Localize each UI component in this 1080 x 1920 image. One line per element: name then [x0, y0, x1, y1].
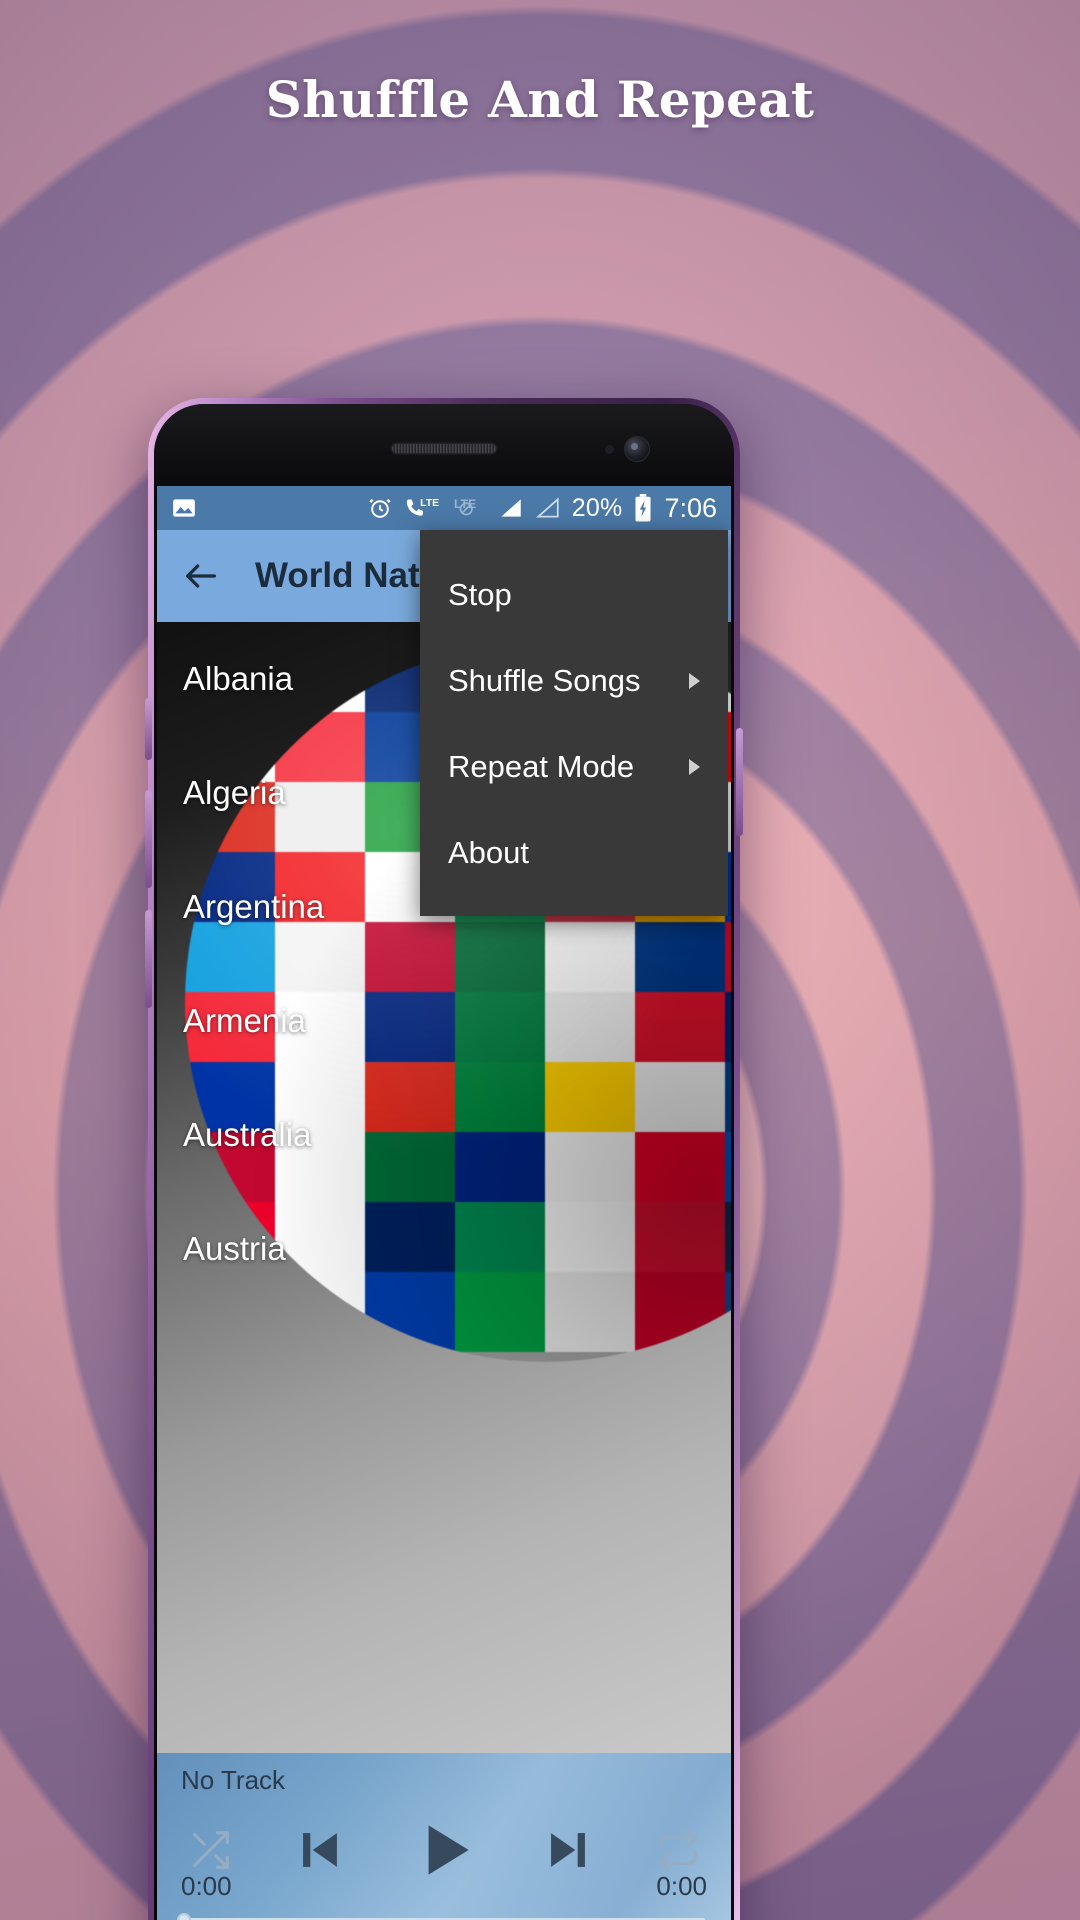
phone-screen: LTE LTE 20% 7:06 World Nat Albania Alger… — [157, 486, 731, 1920]
menu-item-label: Shuffle Songs — [448, 663, 641, 698]
track-title-label: No Track — [181, 1765, 286, 1795]
alarm-icon — [367, 495, 393, 521]
menu-item-about[interactable]: About — [420, 810, 728, 896]
volume-up-button[interactable] — [145, 790, 152, 888]
menu-item-label: Repeat Mode — [448, 749, 635, 784]
menu-item-label: Stop — [448, 577, 512, 612]
signal-empty-icon — [535, 495, 561, 521]
arrow-back-icon[interactable] — [177, 552, 225, 600]
page-heading: World Nat — [255, 556, 420, 595]
lte-disabled-icon: LTE — [453, 495, 487, 521]
menu-item-stop[interactable]: Stop — [420, 552, 728, 638]
clock-label: 7:06 — [664, 492, 717, 523]
elapsed-time-label: 0:00 — [181, 1871, 232, 1901]
menu-item-repeat-mode[interactable]: Repeat Mode — [420, 724, 728, 810]
play-icon[interactable] — [407, 1813, 481, 1887]
phone-mockup: LTE LTE 20% 7:06 World Nat Albania Alger… — [145, 398, 743, 1920]
page-title: Shuffle And Repeat — [265, 70, 815, 129]
list-item[interactable]: Australia — [157, 1078, 731, 1192]
player-bar: No Track 0:00 0:00 — [157, 1753, 731, 1920]
menu-item-label: About — [448, 835, 530, 870]
volume-down-button[interactable] — [145, 910, 152, 1008]
country-name: Austria — [183, 1230, 286, 1267]
chevron-right-icon — [689, 759, 700, 775]
previous-icon[interactable] — [291, 1821, 349, 1879]
country-name: Australia — [183, 1116, 312, 1153]
svg-text:LTE: LTE — [420, 498, 439, 509]
proximity-sensor-icon — [605, 445, 614, 454]
list-item[interactable]: Armenia — [157, 964, 731, 1078]
lte-call-icon: LTE — [404, 495, 442, 521]
country-name: Albania — [183, 660, 294, 697]
status-bar: LTE LTE 20% 7:06 — [157, 486, 731, 530]
battery-charging-icon — [633, 494, 653, 522]
next-icon[interactable] — [539, 1821, 597, 1879]
menu-item-shuffle-songs[interactable]: Shuffle Songs — [420, 638, 728, 724]
front-camera-icon — [624, 436, 650, 462]
repeat-icon[interactable] — [655, 1827, 701, 1873]
power-button[interactable] — [736, 728, 743, 836]
bixby-button[interactable] — [145, 698, 152, 760]
image-icon — [171, 495, 197, 521]
chevron-right-icon — [689, 673, 700, 689]
country-name: Armenia — [183, 1002, 306, 1039]
earpiece-speaker — [390, 442, 498, 455]
overflow-menu[interactable]: Stop Shuffle Songs Repeat Mode About — [420, 530, 728, 916]
list-item[interactable]: Austria — [157, 1192, 731, 1306]
battery-percent-label: 20% — [571, 493, 623, 522]
country-name: Argentina — [183, 888, 325, 925]
country-name: Algeria — [183, 774, 286, 811]
total-time-label: 0:00 — [656, 1871, 707, 1901]
player-controls — [157, 1813, 731, 1887]
shuffle-icon[interactable] — [187, 1827, 233, 1873]
signal-full-icon — [498, 495, 524, 521]
seek-handle[interactable] — [177, 1913, 191, 1920]
phone-body: LTE LTE 20% 7:06 World Nat Albania Alger… — [154, 404, 734, 1920]
